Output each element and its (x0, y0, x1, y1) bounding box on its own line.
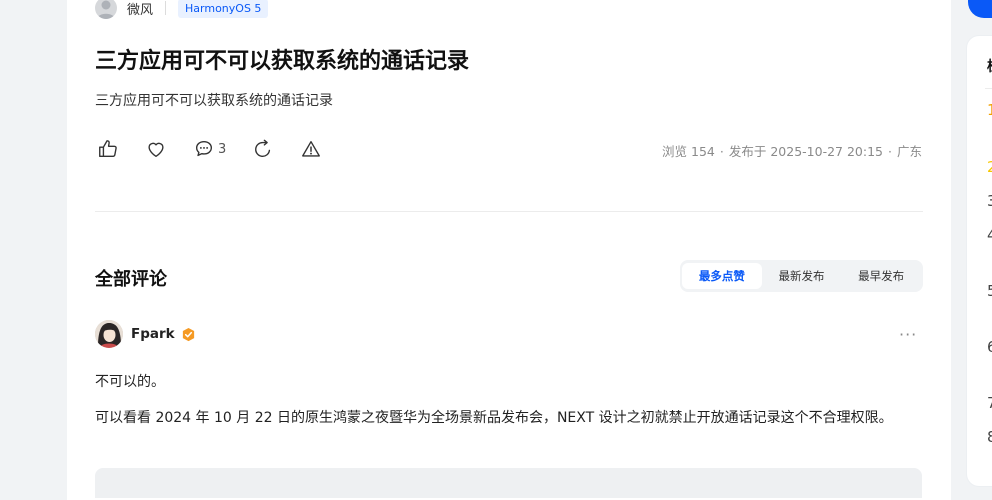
verified-badge-icon (182, 327, 194, 341)
post-author-row: 微风 HarmonyOS 5 (95, 0, 269, 20)
sort-tab-most-liked[interactable]: 最多点赞 (682, 263, 762, 289)
comments-title: 全部评论 (95, 269, 167, 290)
rank-number: 5 (987, 282, 992, 300)
thumbs-up-icon (99, 140, 117, 158)
view-count: 浏览 154 (662, 144, 715, 159)
sort-tab-newest[interactable]: 最新发布 (762, 263, 842, 289)
rank-number: 6 (987, 338, 992, 356)
rank-number: 1 (987, 101, 992, 119)
post-location: 广东 (896, 144, 922, 159)
user-icon (97, 0, 115, 19)
separator-dot: · (719, 144, 724, 159)
comment-sort-tabs: 最多点赞 最新发布 最早发布 (680, 260, 923, 292)
comment-text: 不可以的。 (95, 374, 165, 390)
favorite-button[interactable] (145, 138, 167, 160)
comment-count: 3 (218, 141, 227, 157)
post-actions: 3 (97, 138, 348, 160)
comment-image[interactable] (95, 468, 922, 498)
rank-number: 4 (987, 226, 992, 244)
warning-icon (302, 140, 321, 157)
author-name[interactable]: 微风 (127, 0, 153, 18)
avatar-image (95, 320, 123, 348)
section-divider (95, 211, 923, 212)
author-avatar[interactable] (95, 0, 117, 19)
commenter-name[interactable]: Fpark (131, 326, 175, 342)
heart-icon (148, 142, 164, 158)
sort-tab-oldest[interactable]: 最早发布 (841, 263, 921, 289)
rank-number: 3 (987, 192, 992, 210)
share-icon (255, 139, 271, 157)
separator-dot: · (888, 144, 892, 159)
more-options-icon[interactable]: ··· (899, 325, 917, 344)
like-button[interactable] (97, 138, 119, 160)
comment-header: Fpark (95, 320, 196, 348)
post-title: 三方应用可不可以获取系统的通话记录 (95, 49, 470, 74)
comment-text: 可以看看 2024 年 10 月 22 日的原生鸿蒙之夜暨华为全场景新品发布会，… (95, 410, 893, 426)
comment-button[interactable]: 3 (193, 138, 226, 160)
post-body: 三方应用可不可以获取系统的通话记录 (95, 93, 333, 109)
publish-time: 发布于 2025-10-27 20:15 (728, 144, 883, 159)
ranking-divider (985, 88, 992, 89)
post-meta: 浏览 154 · 发布于 2025-10-27 20:15 · 广东 (662, 141, 922, 160)
divider (165, 1, 167, 15)
comment-icon (195, 140, 213, 157)
report-button[interactable] (300, 138, 322, 160)
share-button[interactable] (252, 138, 274, 160)
rank-number: 7 (987, 394, 992, 412)
floating-action-button[interactable] (968, 0, 992, 18)
commenter-avatar[interactable] (95, 320, 123, 348)
rank-number: 8 (987, 428, 992, 446)
rank-number: 2 (987, 158, 992, 176)
ranking-title: 桂 (987, 56, 992, 76)
topic-tag[interactable]: HarmonyOS 5 (178, 0, 269, 18)
